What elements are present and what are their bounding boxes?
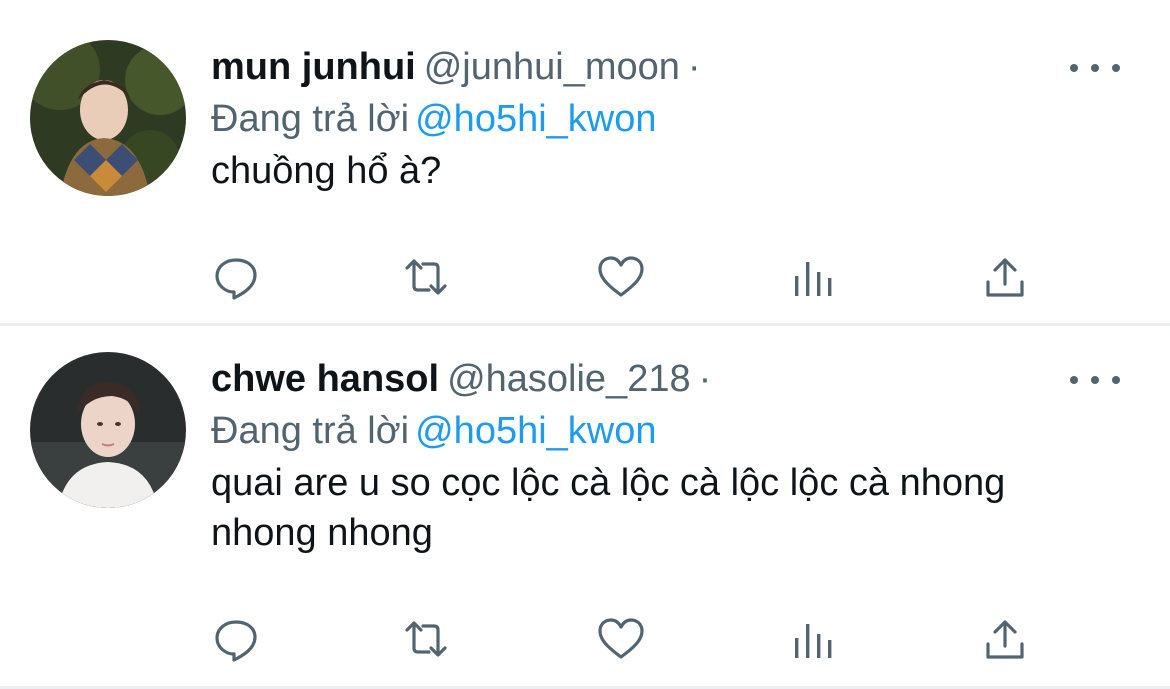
reply-icon[interactable]: [211, 614, 261, 664]
user-handle[interactable]: @junhui_moon: [424, 46, 680, 88]
reply-mention-link[interactable]: @ho5hi_kwon: [415, 98, 656, 140]
display-name[interactable]: mun junhui: [211, 46, 416, 88]
reply-prefix: Đang trả lời: [211, 98, 410, 140]
tweet[interactable]: chwe hansol @hasolie_218 · Đang trả lời @ho…: [0, 326, 1170, 689]
tweet-actions: [211, 252, 1041, 302]
reply-icon[interactable]: [211, 252, 261, 302]
retweet-icon[interactable]: [401, 614, 451, 664]
reply-prefix: Đang trả lời: [211, 410, 410, 452]
share-icon[interactable]: [980, 252, 1030, 302]
avatar-image: [30, 40, 186, 196]
tweet-text: chuồng hổ à?: [211, 150, 442, 192]
reply-mention-link[interactable]: @ho5hi_kwon: [415, 410, 656, 452]
like-icon[interactable]: [596, 614, 646, 664]
stats-icon[interactable]: [789, 614, 839, 664]
separator-dot: ·: [698, 358, 712, 400]
share-icon[interactable]: [980, 614, 1030, 664]
user-handle[interactable]: @hasolie_218: [447, 358, 691, 400]
tweet-text: quai are u so cọc lộc cà lộc cà lộc lộc …: [211, 462, 1006, 554]
retweet-icon[interactable]: [401, 252, 451, 302]
avatar[interactable]: [30, 40, 186, 196]
like-icon[interactable]: [596, 252, 646, 302]
tweet-actions: [211, 614, 1041, 664]
avatar[interactable]: [30, 352, 186, 508]
separator-dot: ·: [687, 46, 701, 88]
avatar-image: [30, 352, 186, 508]
more-icon[interactable]: [1070, 365, 1120, 395]
stats-icon[interactable]: [789, 252, 839, 302]
display-name[interactable]: chwe hansol: [211, 358, 439, 400]
more-icon[interactable]: [1070, 53, 1120, 83]
tweet[interactable]: mun junhui @junhui_moon · Đang trả lời @ho5…: [0, 0, 1170, 326]
